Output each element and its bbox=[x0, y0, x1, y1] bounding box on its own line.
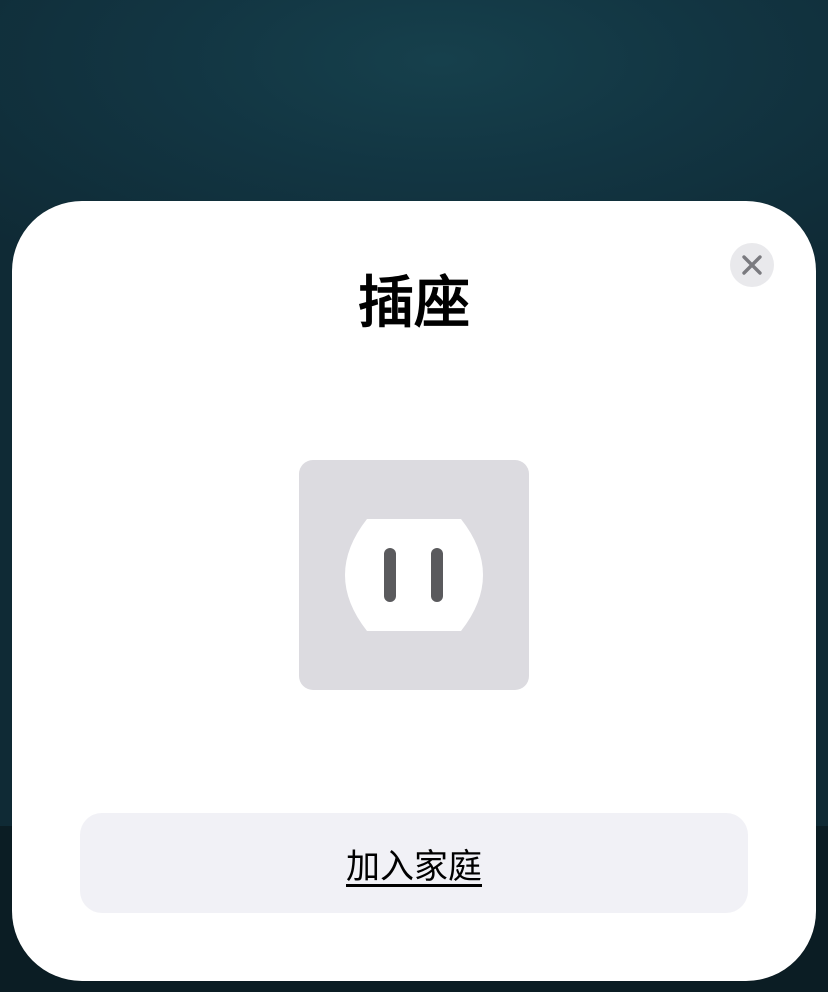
add-to-home-label: 加入家庭 bbox=[346, 846, 482, 887]
add-to-home-button[interactable]: 加入家庭 bbox=[80, 813, 748, 913]
accessory-title: 插座 bbox=[358, 271, 470, 336]
add-accessory-card: 插座 加入家庭 bbox=[12, 201, 816, 981]
power-outlet-icon bbox=[345, 519, 483, 631]
accessory-image bbox=[299, 460, 529, 690]
